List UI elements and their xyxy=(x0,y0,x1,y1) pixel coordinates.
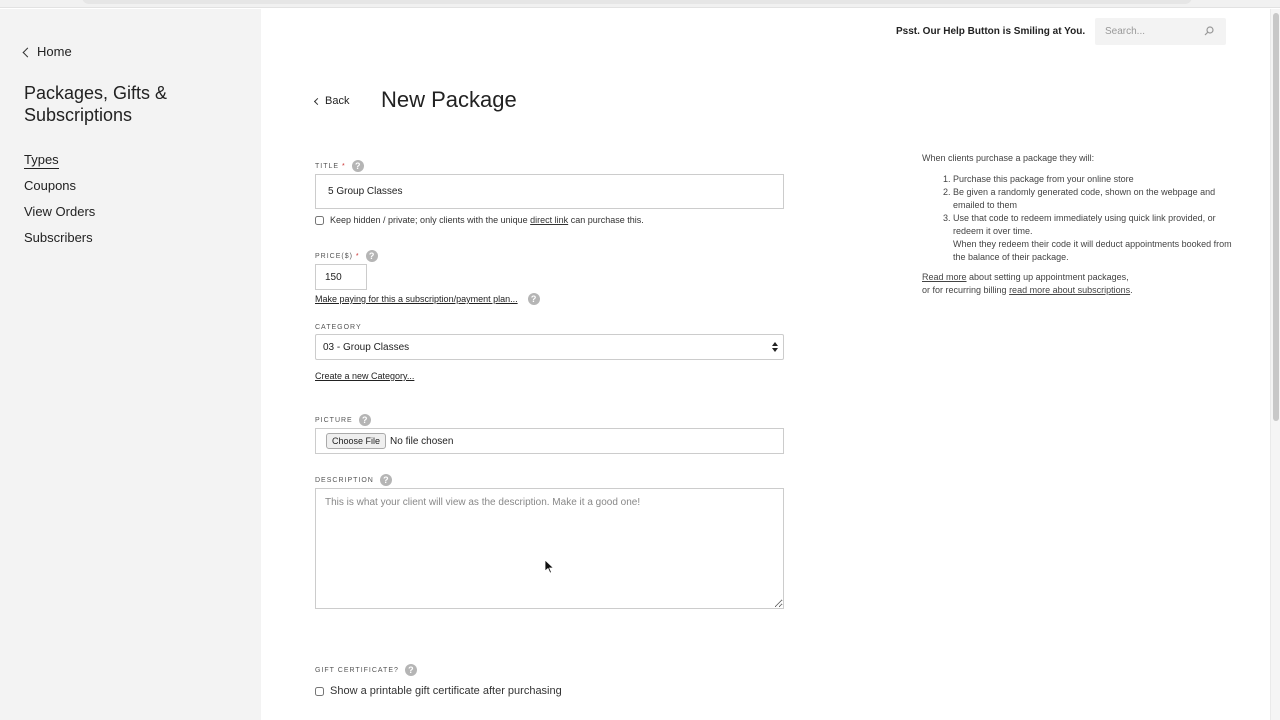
create-category-link[interactable]: Create a new Category... xyxy=(315,371,414,381)
sidebar-item-types[interactable]: Types xyxy=(24,152,95,178)
sidebar-item-subscribers[interactable]: Subscribers xyxy=(24,230,95,256)
read-more-row: Read more about setting up appointment p… xyxy=(922,271,1232,297)
mouse-cursor-icon xyxy=(545,560,555,574)
description-field-label: DESCRIPTION ? xyxy=(315,474,392,486)
sidebar-item-coupons[interactable]: Coupons xyxy=(24,178,95,204)
info-step-text: Use that code to redeem immediately usin… xyxy=(953,213,1216,236)
info-panel: When clients purchase a package they wil… xyxy=(922,152,1232,297)
period: . xyxy=(1130,285,1133,295)
sidebar: Home Packages, Gifts & Subscriptions Typ… xyxy=(0,9,261,720)
help-icon[interactable]: ? xyxy=(527,293,540,305)
home-link[interactable]: Home xyxy=(22,44,72,59)
info-intro: When clients purchase a package they wil… xyxy=(922,153,1095,163)
page-title: New Package xyxy=(381,87,517,112)
direct-link[interactable]: direct link xyxy=(530,215,568,225)
info-step-subtext: When they redeem their code it will dedu… xyxy=(953,239,1232,262)
hidden-text-before: Keep hidden / private; only clients with… xyxy=(330,215,528,225)
help-icon[interactable]: ? xyxy=(379,474,392,486)
hidden-option-label: Keep hidden / private; only clients with… xyxy=(330,215,644,225)
description-textarea[interactable] xyxy=(315,488,784,609)
sidebar-item-label: Types xyxy=(24,152,59,169)
read-more-link[interactable]: Read more xyxy=(922,272,967,282)
category-select[interactable]: 03 - Group Classes xyxy=(315,334,784,360)
help-icon[interactable]: ? xyxy=(365,250,378,262)
back-link[interactable]: Back xyxy=(313,95,350,107)
gift-option-row: Show a printable gift certificate after … xyxy=(315,685,562,697)
subscription-link[interactable]: Make paying for this a subscription/paym… xyxy=(315,294,518,304)
picture-file-input: Choose File No file chosen xyxy=(315,428,784,454)
gift-checkbox-label: Show a printable gift certificate after … xyxy=(330,685,562,697)
title-field-label: TITLE * ? xyxy=(315,160,364,172)
category-value: 03 - Group Classes xyxy=(323,342,410,353)
required-mark: * xyxy=(355,252,360,260)
sidebar-item-view-orders[interactable]: View Orders xyxy=(24,204,95,230)
sidebar-item-label: Subscribers xyxy=(24,230,93,245)
info-step: Purchase this package from your online s… xyxy=(953,173,1232,186)
page-scrollbar[interactable] xyxy=(1270,9,1280,720)
subscription-row: Make paying for this a subscription/paym… xyxy=(315,293,540,305)
info-step: Be given a randomly generated code, show… xyxy=(953,186,1232,212)
info-step: Use that code to redeem immediately usin… xyxy=(953,212,1232,264)
required-mark: * xyxy=(342,162,346,170)
price-label-text: PRICE($) xyxy=(315,252,353,260)
info-steps: Purchase this package from your online s… xyxy=(922,173,1232,264)
chevron-left-icon xyxy=(313,97,322,106)
sidebar-item-label: Coupons xyxy=(24,178,77,193)
browser-toolbar xyxy=(0,0,1280,8)
read-more-text: about setting up appointment packages, xyxy=(969,272,1129,282)
search-box[interactable] xyxy=(1095,18,1226,45)
home-label: Home xyxy=(37,44,72,59)
price-input[interactable] xyxy=(315,264,367,290)
file-status: No file chosen xyxy=(390,435,454,447)
chevron-left-icon xyxy=(22,47,33,57)
address-bar[interactable] xyxy=(82,0,1192,4)
search-icon[interactable] xyxy=(1204,26,1214,36)
category-field-label: CATEGORY xyxy=(315,324,362,331)
hidden-option-row: Keep hidden / private; only clients with… xyxy=(315,215,644,225)
help-icon[interactable]: ? xyxy=(351,160,364,172)
title-label-text: TITLE xyxy=(315,162,340,170)
picture-field-label: PICTURE ? xyxy=(315,414,371,426)
gift-field-label: GIFT CERTIFICATE? ? xyxy=(315,664,417,676)
hidden-checkbox[interactable] xyxy=(315,215,324,225)
title-input[interactable] xyxy=(315,174,784,209)
help-icon[interactable]: ? xyxy=(358,414,371,426)
hidden-text-after: can purchase this. xyxy=(570,215,644,225)
scrollbar-thumb[interactable] xyxy=(1273,13,1279,421)
sidebar-title: Packages, Gifts & Subscriptions xyxy=(24,83,168,125)
gift-label-text: GIFT CERTIFICATE? xyxy=(315,666,399,674)
search-input[interactable] xyxy=(1095,18,1195,45)
sidebar-nav: Types Coupons View Orders Subscribers xyxy=(24,152,95,256)
gift-checkbox[interactable] xyxy=(315,686,324,696)
subscriptions-link[interactable]: read more about subscriptions xyxy=(1009,285,1130,295)
category-label-text: CATEGORY xyxy=(315,324,362,331)
price-field-label: PRICE($) * ? xyxy=(315,250,378,262)
help-icon[interactable]: ? xyxy=(404,664,417,676)
help-hint-text: Psst. Our Help Button is Smiling at You. xyxy=(896,26,1086,37)
description-label-text: DESCRIPTION xyxy=(315,476,374,484)
back-label: Back xyxy=(325,95,350,107)
sidebar-item-label: View Orders xyxy=(24,204,96,219)
picture-label-text: PICTURE xyxy=(315,416,353,424)
recurring-text: or for recurring billing xyxy=(922,285,1007,295)
choose-file-button[interactable]: Choose File xyxy=(326,433,387,449)
select-arrows-icon xyxy=(772,342,778,352)
